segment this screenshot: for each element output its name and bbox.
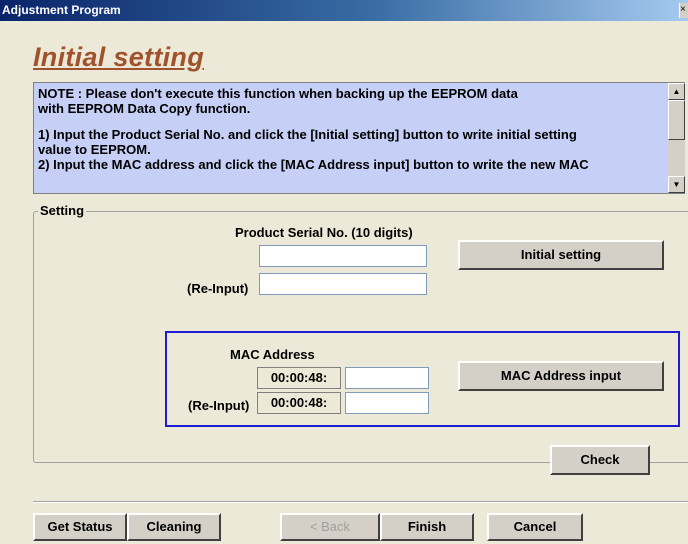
get-status-button[interactable]: Get Status [33, 513, 127, 541]
mac-prefix: 00:00:48: [257, 367, 341, 389]
cleaning-button[interactable]: Cleaning [127, 513, 221, 541]
note-textbox[interactable]: NOTE : Please don't execute this functio… [33, 82, 685, 194]
window-title-bar: Adjustment Program [0, 0, 688, 21]
mac-reinput-input[interactable] [345, 392, 429, 414]
note-line: NOTE : Please don't execute this functio… [38, 86, 518, 101]
initial-setting-button[interactable]: Initial setting [458, 240, 664, 270]
check-button[interactable]: Check [550, 445, 650, 475]
note-line: with EEPROM Data Copy function. [38, 101, 251, 116]
back-button[interactable]: < Back [280, 513, 380, 541]
scroll-up-icon[interactable]: ▲ [668, 83, 685, 100]
window-title: Adjustment Program [2, 3, 121, 17]
serial-input[interactable] [259, 245, 427, 267]
serial-label: Product Serial No. (10 digits) [235, 225, 413, 240]
note-line [38, 116, 666, 127]
mac-reinput-prefix: 00:00:48: [257, 392, 341, 414]
finish-button[interactable]: Finish [380, 513, 474, 541]
note-line: 1) Input the Product Serial No. and clic… [38, 127, 577, 142]
scroll-down-icon[interactable]: ▼ [668, 176, 685, 193]
mac-input[interactable] [345, 367, 429, 389]
scroll-thumb[interactable] [668, 100, 685, 140]
serial-reinput-label: (Re-Input) [187, 281, 249, 296]
note-scrollbar[interactable]: ▲ ▼ [668, 83, 685, 193]
mac-label: MAC Address [230, 347, 315, 362]
note-text: NOTE : Please don't execute this functio… [38, 86, 666, 192]
note-line: value to EEPROM. [38, 142, 151, 157]
serial-reinput-input[interactable] [259, 273, 427, 295]
close-icon[interactable]: × [679, 3, 688, 18]
page-title: Initial setting [33, 42, 205, 72]
cancel-button[interactable]: Cancel [487, 513, 583, 541]
mac-address-input-button[interactable]: MAC Address input [458, 361, 664, 391]
mac-reinput-label: (Re-Input) [188, 398, 250, 413]
note-line: 2) Input the MAC address and click the [… [38, 157, 589, 172]
setting-group-label: Setting [38, 203, 87, 218]
footer-separator [33, 501, 688, 503]
